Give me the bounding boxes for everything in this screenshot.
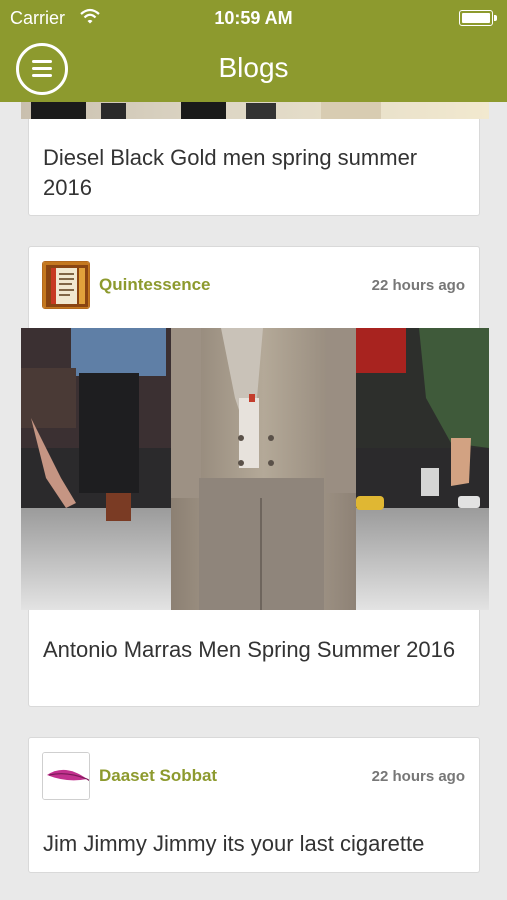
post-timestamp: 22 hours ago bbox=[371, 277, 465, 294]
feather-avatar-icon bbox=[42, 752, 90, 800]
blog-post-card[interactable]: Quintessence 22 hours ago Antonio Marras… bbox=[21, 246, 489, 707]
status-time: 10:59 AM bbox=[214, 8, 293, 28]
post-timestamp: 22 hours ago bbox=[371, 768, 465, 785]
post-title[interactable]: Diesel Black Gold men spring summer 2016 bbox=[43, 143, 467, 203]
post-title[interactable]: Antonio Marras Men Spring Summer 2016 bbox=[43, 635, 467, 665]
status-bar: Carrier 10:59 AM bbox=[0, 0, 507, 36]
blog-post-card[interactable]: Diesel Black Gold men spring summer 2016 bbox=[21, 102, 489, 216]
header: Carrier 10:59 AM Blogs bbox=[0, 0, 507, 102]
post-image bbox=[21, 102, 489, 119]
blog-feed[interactable]: Diesel Black Gold men spring summer 2016… bbox=[0, 102, 507, 900]
post-author[interactable]: Quintessence bbox=[99, 275, 211, 295]
battery-icon bbox=[459, 10, 497, 26]
post-author[interactable]: Daaset Sobbat bbox=[99, 766, 217, 786]
blog-post-card[interactable]: Daaset Sobbat 22 hours ago Jim Jimmy Jim… bbox=[28, 737, 480, 873]
post-title[interactable]: Jim Jimmy Jimmy its your last cigarette bbox=[43, 829, 467, 859]
post-image[interactable] bbox=[21, 328, 489, 610]
page-title: Blogs bbox=[218, 52, 289, 83]
book-avatar-icon bbox=[42, 261, 90, 309]
